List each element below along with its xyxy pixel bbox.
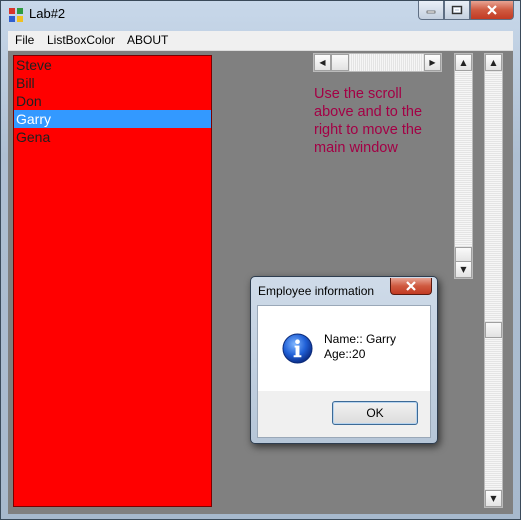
list-item[interactable]: Don (14, 92, 211, 110)
scroll-right-arrow[interactable]: ▶ (424, 54, 441, 71)
minimize-icon (426, 10, 436, 14)
info-icon (282, 333, 313, 364)
scroll-down-arrow[interactable]: ▼ (485, 490, 502, 507)
close-icon (406, 281, 416, 291)
close-button[interactable] (470, 1, 514, 20)
title-bar[interactable]: Lab#2 (1, 1, 520, 31)
scroll-down-arrow[interactable]: ▼ (455, 261, 472, 278)
menu-bar: File ListBoxColor ABOUT (8, 31, 513, 51)
window-title: Lab#2 (29, 6, 66, 21)
list-item[interactable]: Bill (14, 74, 211, 92)
ok-button[interactable]: OK (332, 401, 418, 425)
list-item[interactable]: Steve (14, 56, 211, 74)
employee-info-dialog: Employee information Name:: Garry Age::2… (250, 276, 438, 444)
menu-about[interactable]: ABOUT (127, 33, 168, 47)
scroll-up-arrow[interactable]: ▲ (485, 54, 502, 71)
scroll-up-arrow[interactable]: ▲ (455, 54, 472, 71)
restore-icon (451, 5, 463, 15)
list-item[interactable]: Gena (14, 128, 211, 146)
dialog-footer: OK (258, 391, 430, 437)
list-item-selected[interactable]: Garry (14, 110, 211, 128)
dialog-body: Name:: Garry Age::20 OK (257, 305, 431, 438)
window-controls (418, 1, 514, 21)
app-icon (9, 8, 23, 22)
vertical-scroll-thumb[interactable] (485, 322, 502, 338)
employee-listbox[interactable]: Steve Bill Don Garry Gena (13, 55, 212, 507)
vertical-scrollbar-short[interactable]: ▲ ▼ (454, 53, 473, 279)
scroll-left-arrow[interactable]: ◀ (314, 54, 331, 71)
dialog-message: Name:: Garry Age::20 (324, 332, 396, 362)
horizontal-scrollbar[interactable]: ◀ ▶ (313, 53, 442, 72)
menu-listboxcolor[interactable]: ListBoxColor (47, 33, 115, 47)
maximize-button[interactable] (444, 1, 470, 20)
menu-file[interactable]: File (15, 33, 34, 47)
vertical-scrollbar-long[interactable]: ▲ ▼ (484, 53, 503, 508)
dialog-title: Employee information (258, 284, 375, 298)
employee-age-line: Age::20 (324, 347, 366, 361)
scroll-hint-text: Use the scroll above and to the right to… (314, 86, 423, 156)
close-icon (487, 5, 497, 15)
dialog-close-button[interactable] (390, 278, 432, 295)
employee-name-line: Name:: Garry (324, 332, 397, 346)
minimize-button[interactable] (418, 1, 444, 20)
horizontal-scroll-thumb[interactable] (331, 54, 349, 71)
